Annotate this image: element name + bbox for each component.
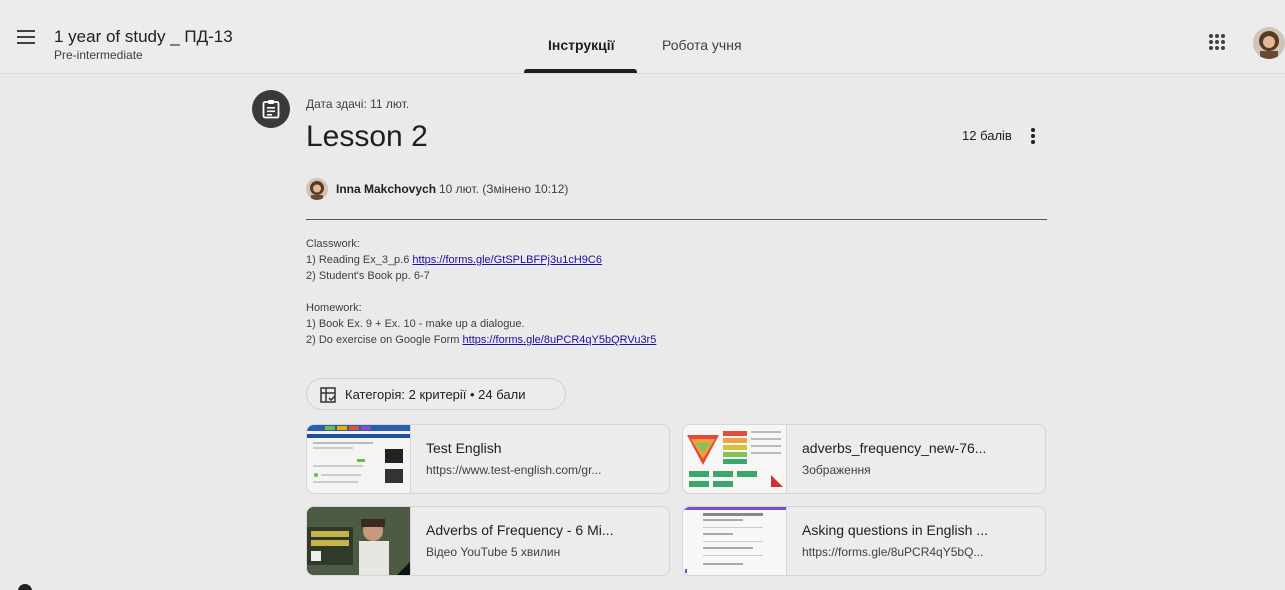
homework-item-1: 1) Book Ex. 9 + Ex. 10 - make up a dialo… <box>306 318 525 330</box>
rubric-label: Категорія: 2 критерії • 24 бали <box>345 387 526 402</box>
classwork-form-link[interactable]: https://forms.gle/GtSPLBFPj3u1cH9C6 <box>412 254 602 266</box>
top-app-bar: 1 year of study _ ПД-13 Pre-intermediate… <box>0 0 1285 74</box>
attachment-subtitle: https://forms.gle/8uPCR4qY5bQ... <box>802 545 984 559</box>
classwork-item-2: 2) Student's Book pp. 6-7 <box>306 270 430 282</box>
classwork-item-1: 1) Reading Ex_3_p.6 https://forms.gle/Gt… <box>306 254 602 266</box>
website-thumbnail <box>307 425 411 493</box>
attachment-title: Test English <box>426 440 502 456</box>
homework-form-link[interactable]: https://forms.gle/8uPCR4qY5bQRVu3r5 <box>463 334 657 346</box>
homework-item-2: 2) Do exercise on Google Form https://fo… <box>306 334 656 346</box>
form-thumbnail <box>683 507 787 575</box>
tab-student-work[interactable]: Робота учня <box>662 37 742 53</box>
account-avatar[interactable] <box>1253 27 1285 59</box>
attachment-card-youtube-video[interactable]: Adverbs of Frequency - 6 Mi... Відео You… <box>306 506 670 576</box>
menu-icon[interactable] <box>15 27 37 45</box>
homework-heading: Homework: <box>306 302 362 314</box>
apps-grid-icon[interactable] <box>1209 34 1225 50</box>
attachment-subtitle: https://www.test-english.com/gr... <box>426 463 602 477</box>
attachment-title: Asking questions in English ... <box>802 522 988 538</box>
author-avatar <box>306 178 328 200</box>
classwork-item-1-text: 1) Reading Ex_3_p.6 <box>306 254 413 266</box>
class-subtitle: Pre-intermediate <box>54 48 143 62</box>
attachment-title: Adverbs of Frequency - 6 Mi... <box>426 522 614 538</box>
attachment-card-test-english[interactable]: Test English https://www.test-english.co… <box>306 424 670 494</box>
points-label: 12 балів <box>962 128 1012 143</box>
rubric-icon <box>320 387 336 403</box>
classwork-heading: Classwork: <box>306 238 360 250</box>
assignment-icon <box>252 90 290 128</box>
author-name: Inna Makchovych <box>336 182 437 196</box>
class-title[interactable]: 1 year of study _ ПД-13 <box>54 27 233 47</box>
rubric-chip[interactable]: Категорія: 2 критерії • 24 бали <box>306 378 566 410</box>
attachment-title: adverbs_frequency_new-76... <box>802 440 987 456</box>
assignment-title: Lesson 2 <box>306 120 428 153</box>
posted-date: 10 лют. (Змінено 10:12) <box>439 182 569 196</box>
attachment-card-adverbs-image[interactable]: adverbs_frequency_new-76... Зображення <box>682 424 1046 494</box>
tab-instructions[interactable]: Інструкції <box>548 37 615 53</box>
due-date: Дата здачі: 11 лют. <box>306 97 410 111</box>
attachment-subtitle: Зображення <box>802 463 871 477</box>
attachment-card-google-form[interactable]: Asking questions in English ... https://… <box>682 506 1046 576</box>
active-tab-indicator <box>524 69 637 73</box>
header-divider <box>306 219 1047 220</box>
video-thumbnail <box>307 507 411 575</box>
more-options-icon[interactable] <box>1028 126 1038 146</box>
help-icon[interactable] <box>18 584 32 590</box>
image-thumbnail <box>683 425 787 493</box>
homework-item-2-text: 2) Do exercise on Google Form <box>306 334 463 346</box>
attachment-subtitle: Відео YouTube 5 хвилин <box>426 545 561 559</box>
